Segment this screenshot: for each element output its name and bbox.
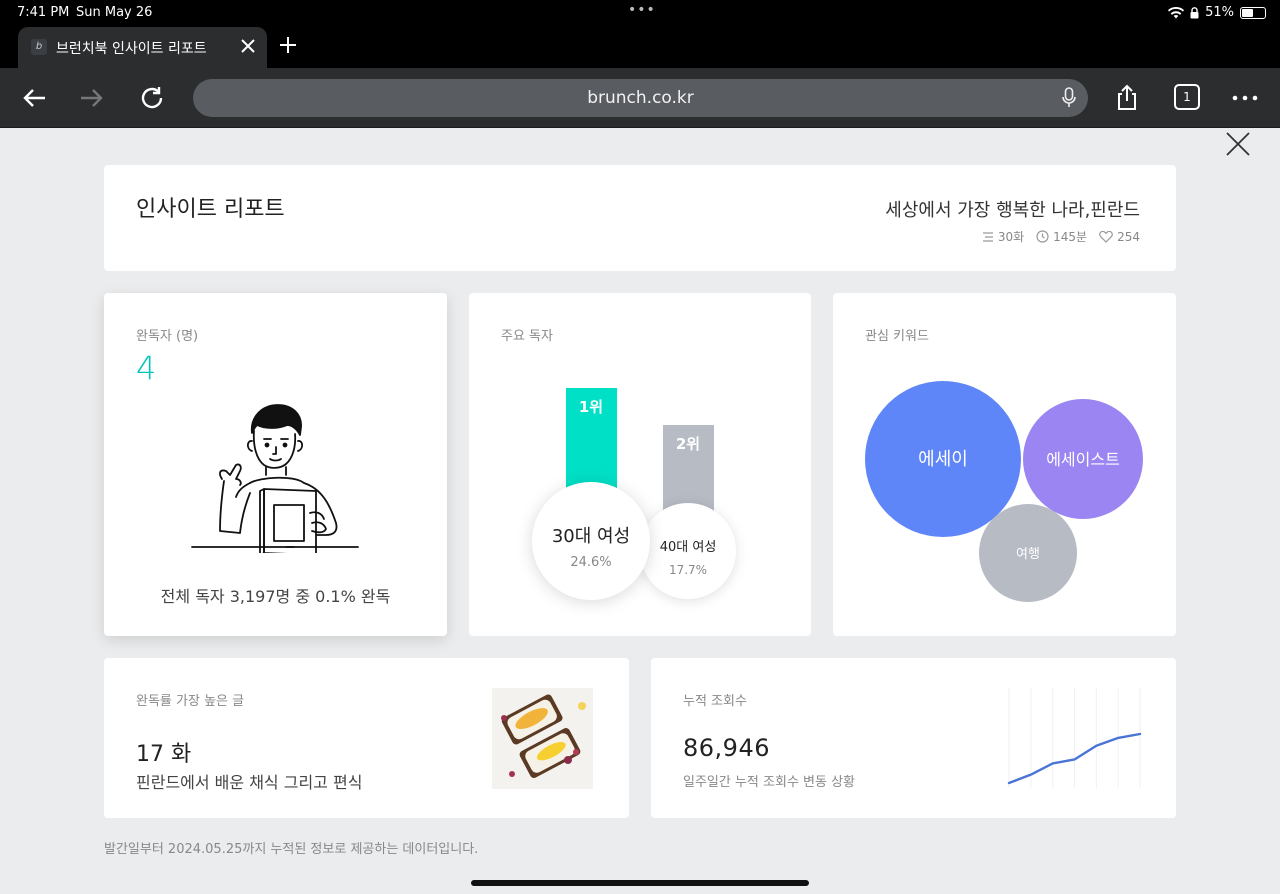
top-post-thumbnail[interactable] [492,688,593,789]
browser-tab-active[interactable]: b 브런치북 인사이트 리포트 [18,27,267,68]
browser-toolbar: brunch.co.kr 1 [0,68,1280,128]
wifi-icon [1168,6,1185,18]
status-time: 7:41 PM [17,5,70,20]
top-post-title[interactable]: 핀란드에서 배운 채식 그리고 편식 [136,769,362,793]
likes-count: 254 [1117,229,1140,244]
top-post-label: 완독률 가장 높은 글 [136,694,245,709]
completion-label: 완독자 (명) [136,329,199,344]
report-header-card: 인사이트 리포트 세상에서 가장 행복한 나라,핀란드 30화 145분 254 [104,165,1176,271]
close-report-icon[interactable] [1225,131,1251,157]
rank1-percent: 24.6% [570,555,611,570]
completion-summary: 전체 독자 3,197명 중 0.1% 완독 [160,587,391,606]
status-bar: 7:41 PM Sun May 26 ••• 51% [0,0,1280,27]
top-post-episode: 17 화 [136,742,192,767]
back-arrow-icon[interactable] [20,84,48,112]
lock-rotation-icon [1190,6,1199,18]
completion-card: 완독자 (명) 4 전체 독자 3,197명 중 0.1% 완독 [104,293,447,636]
tab-count-button[interactable]: 1 [1174,84,1200,110]
keywords-bubbles: 에세이 에세이스트 여행 [865,381,1143,602]
views-value: 86,946 [683,734,770,762]
share-icon[interactable] [1113,84,1141,112]
address-bar[interactable]: brunch.co.kr [193,79,1088,117]
battery-fill [1242,8,1253,17]
views-desc: 일주일간 누적 조회수 변동 상황 [683,775,856,790]
rank2-label: 2위 [676,435,700,453]
reading-time: 145분 [1053,230,1088,244]
more-options-icon[interactable] [1231,84,1259,112]
tab-strip: b 브런치북 인사이트 리포트 [0,27,1280,68]
forward-arrow-icon[interactable] [78,84,106,112]
top-post-card[interactable]: 완독률 가장 높은 글 17 화 핀란드에서 배운 채식 그리고 편식 [104,658,629,818]
keyword-text-1: 에세이 [918,449,968,470]
favicon-icon: b [31,39,47,55]
multitask-dots-icon[interactable]: ••• [628,2,656,18]
status-indicators: 51% [1168,5,1266,20]
battery-percent: 51% [1205,5,1234,20]
rank1-group: 30대 여성 [552,526,630,547]
food-photo-icon [492,688,593,789]
keyword-text-3: 여행 [1016,546,1040,562]
book-meta: 30화 145분 254 [982,228,1140,245]
reload-icon[interactable] [138,84,166,112]
list-icon [982,231,993,242]
readers-chart: 1위 2위 30대 여성 24.6% 40대 여성 17.7% [532,388,736,600]
book-title[interactable]: 세상에서 가장 행복한 나라,핀란드 [885,196,1140,222]
tab-close-icon[interactable] [239,37,257,55]
rank2-percent: 17.7% [669,563,707,577]
keyword-text-2: 에세이스트 [1046,450,1120,469]
battery-icon [1240,6,1266,19]
views-card: 누적 조회수 86,946 일주일간 누적 조회수 변동 상황 [651,658,1176,818]
url-text: brunch.co.kr [587,88,694,108]
episodes-count: 30화 [997,230,1025,244]
completion-value: 4 [136,349,157,387]
clock-icon [1036,230,1049,243]
reader-illustration-icon [191,404,359,553]
main-readers-card: 주요 독자 1위 2위 30대 여성 24.6% 40대 여성 17.7% [469,293,811,636]
home-indicator[interactable] [471,880,809,886]
new-tab-plus-icon[interactable] [278,35,298,55]
rank1-label: 1위 [579,398,603,416]
page-title: 인사이트 리포트 [136,197,285,222]
data-footnote: 발간일부터 2024.05.25까지 누적된 정보로 제공하는 데이터입니다. [104,842,479,857]
microphone-icon[interactable] [1062,87,1076,109]
views-sparkline [1007,688,1142,788]
heart-icon [1099,230,1113,243]
rank2-group: 40대 여성 [660,540,717,555]
views-label: 누적 조회수 [683,694,747,709]
time-meta: 145분 [1036,228,1087,245]
episodes-meta: 30화 [982,228,1024,245]
status-date: Sun May 26 [76,5,153,20]
likes-meta: 254 [1099,230,1140,244]
keywords-card: 관심 키워드 에세이 에세이스트 여행 [833,293,1176,636]
tab-title: 브런치북 인사이트 리포트 [56,41,207,57]
